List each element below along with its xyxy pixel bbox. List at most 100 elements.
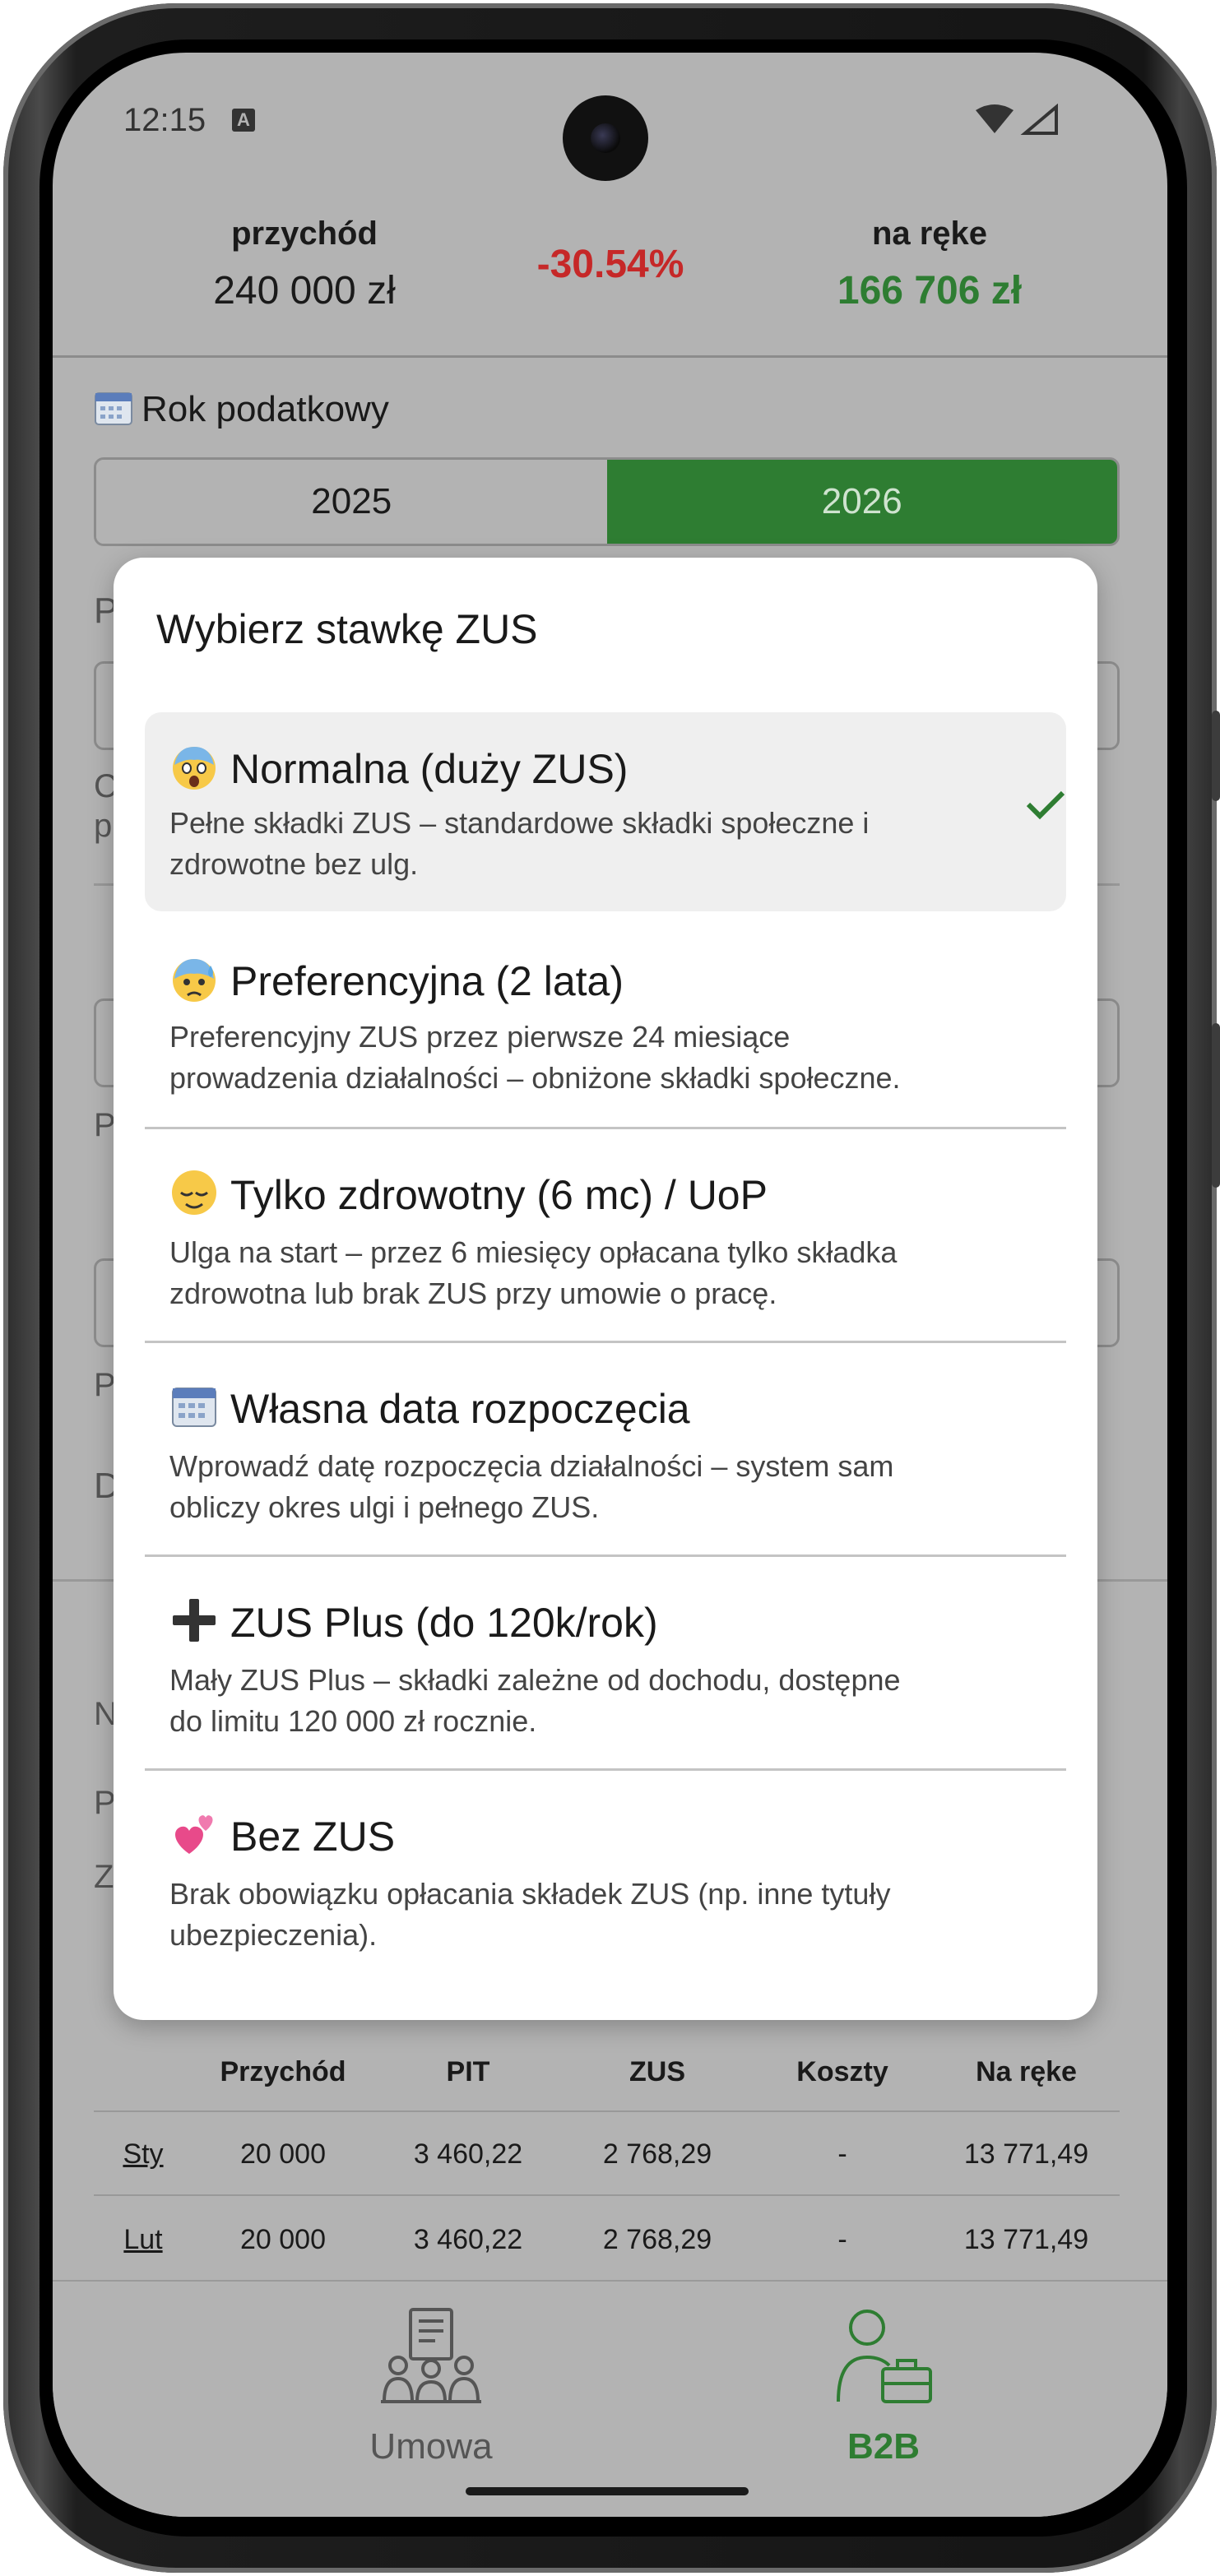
nav-umowa-label: Umowa <box>369 2426 493 2467</box>
table-header-cell-0 <box>94 2056 193 2088</box>
home-indicator[interactable] <box>466 2487 749 2495</box>
table-header-costs: Koszty <box>796 2056 888 2087</box>
calendar-icon <box>172 1388 216 1427</box>
dialog-title: Wybierz stawkę ZUS <box>156 606 538 652</box>
table-cell: 2 768,29 <box>602 2138 712 2170</box>
tax-year-toggle: 2025 2026 <box>94 457 1120 546</box>
year-2026-button[interactable]: 2026 <box>606 460 1117 544</box>
zus-option-zdrowotny[interactable]: Tylko zdrowotny (6 mc) / UoP Ulga na sta… <box>145 1133 1066 1339</box>
option-desc-line: prowadzenia działalności – obniżone skła… <box>169 1061 901 1095</box>
zus-option-bez-zus[interactable]: Bez ZUS Brak obowiązku opłacania składek… <box>145 1775 1066 1981</box>
option-desc-line: Preferencyjny ZUS przez pierwsze 24 mies… <box>169 1020 791 1054</box>
businessman-briefcase-icon <box>837 2310 932 2403</box>
net-value: 166 706 zł <box>837 269 1023 313</box>
option-desc-line: zdrowotne bez ulg. <box>169 847 419 881</box>
option-separator <box>145 1768 1066 1771</box>
option-title: Tylko zdrowotny (6 mc) / UoP <box>169 1168 768 1219</box>
table-cell: - <box>837 2224 847 2255</box>
option-title-text: Tylko zdrowotny (6 mc) / UoP <box>230 1172 768 1218</box>
status-time: 12:15 <box>123 102 206 138</box>
option-title: Własna data rozpoczęcia <box>169 1382 690 1433</box>
nav-b2b[interactable]: B2B <box>678 2282 1089 2495</box>
table-header-net: Na ręke <box>976 2056 1077 2087</box>
table-cell: 3 460,22 <box>413 2138 523 2170</box>
two-hearts-icon <box>175 1815 213 1854</box>
option-title-text: Własna data rozpoczęcia <box>230 1386 690 1432</box>
table-header-pit: PIT <box>446 2056 490 2087</box>
contract-people-icon <box>381 2308 481 2403</box>
option-desc-line: ubezpieczenia). <box>169 1918 378 1952</box>
zus-option-preferencyjna[interactable]: Preferencyjna (2 lata) Preferencyjny ZUS… <box>145 920 1066 1109</box>
anxious-sweat-face-icon <box>173 959 216 1002</box>
month-link-lut[interactable]: Lut <box>94 2224 193 2256</box>
option-title: ZUS Plus (do 120k/rok) <box>169 1596 658 1647</box>
table-cell: 2 768,29 <box>602 2224 712 2255</box>
tax-year-title-text: Rok podatkowy <box>141 389 389 429</box>
scream-face-icon <box>173 747 216 790</box>
income-label: przychód <box>231 215 378 252</box>
option-desc-line: Ulga na start – przez 6 miesięcy opłacan… <box>169 1235 898 1269</box>
check-icon <box>1026 790 1065 820</box>
bg-label-8: P <box>94 1785 116 1821</box>
option-desc-line: Pełne składki ZUS – standardowe składki … <box>169 806 870 840</box>
bottom-nav: Umowa B2B <box>53 2280 1167 2517</box>
table-header-zus: ZUS <box>629 2056 685 2087</box>
side-button-volume-up <box>1212 711 1220 801</box>
option-desc-line: Brak obowiązku opłacania składek ZUS (np… <box>169 1877 891 1911</box>
zus-rate-dialog: Wybierz stawkę ZUS Normalna (duży ZUS) P… <box>114 558 1097 2020</box>
table-cell: 20 000 <box>240 2138 326 2170</box>
option-title-text: Preferencyjna (2 lata) <box>230 958 624 1004</box>
option-description: Mały ZUS Plus – składki zależne od docho… <box>169 1660 959 1742</box>
table-header-income: Przychód <box>220 2056 346 2087</box>
table-header: Przychód PIT ZUS Koszty Na ręke <box>94 2056 1120 2088</box>
table-row: Lut 20 000 3 460,22 2 768,29 - 13 771,49 <box>94 2224 1120 2256</box>
bg-label-3: p <box>94 808 113 844</box>
option-title: Normalna (duży ZUS) <box>169 742 628 793</box>
plus-icon <box>173 1599 216 1642</box>
table-row-line <box>94 2110 1120 2112</box>
tax-year-title: Rok podatkowy <box>94 388 389 430</box>
table-row: Sty 20 000 3 460,22 2 768,29 - 13 771,49 <box>94 2138 1120 2171</box>
nav-b2b-label: B2B <box>847 2426 921 2467</box>
table-cell: - <box>837 2138 847 2170</box>
option-description: Brak obowiązku opłacania składek ZUS (np… <box>169 1874 959 1956</box>
bg-label-5: P <box>94 1367 116 1403</box>
option-description: Wprowadź datę rozpoczęcia działalności –… <box>169 1446 959 1528</box>
option-description: Pełne składki ZUS – standardowe składki … <box>169 803 959 885</box>
notification-a-icon: A <box>232 109 255 132</box>
income-value: 240 000 zł <box>213 269 396 313</box>
option-desc-line: obliczy okres ulgi i pełnego ZUS. <box>169 1490 600 1524</box>
option-description: Ulga na start – przez 6 miesięcy opłacan… <box>169 1232 959 1314</box>
option-separator <box>145 1554 1066 1557</box>
option-title: Preferencyjna (2 lata) <box>169 954 624 1005</box>
year-2025-button[interactable]: 2025 <box>96 460 607 544</box>
zus-option-normalna[interactable]: Normalna (duży ZUS) Pełne składki ZUS – … <box>145 712 1066 911</box>
summary-divider <box>53 355 1167 358</box>
bg-label-9: Z <box>94 1859 114 1895</box>
side-button-power <box>1212 1023 1220 1188</box>
wifi-icon <box>976 104 1014 133</box>
option-desc-line: Wprowadź datę rozpoczęcia działalności –… <box>169 1449 894 1483</box>
percent-change: -30.54% <box>536 243 684 286</box>
table-cell: 3 460,22 <box>413 2224 523 2255</box>
calendar-icon <box>95 392 132 425</box>
option-separator <box>145 1341 1066 1343</box>
option-title-text: Bez ZUS <box>230 1814 396 1860</box>
table-cell: 20 000 <box>240 2224 326 2255</box>
cell-signal-icon <box>1020 104 1058 135</box>
option-desc-line: Mały ZUS Plus – składki zależne od docho… <box>169 1663 901 1697</box>
front-camera <box>563 95 648 181</box>
option-separator <box>145 1127 1066 1129</box>
table-cell: 13 771,49 <box>963 2138 1089 2170</box>
month-link-sty[interactable]: Sty <box>94 2138 193 2171</box>
table-row-line <box>94 2194 1120 2196</box>
option-description: Preferencyjny ZUS przez pierwsze 24 mies… <box>169 1017 959 1099</box>
option-desc-line: zdrowotna lub brak ZUS przy umowie o pra… <box>169 1276 777 1310</box>
option-title-text: Normalna (duży ZUS) <box>230 746 629 792</box>
zus-option-wlasna-data[interactable]: Własna data rozpoczęcia Wprowadź datę ro… <box>145 1347 1066 1553</box>
net-label: na ręke <box>871 215 988 252</box>
table-cell: 13 771,49 <box>963 2224 1089 2255</box>
bg-label-4: P <box>94 1107 116 1143</box>
nav-umowa[interactable]: Umowa <box>225 2282 637 2495</box>
zus-option-zus-plus[interactable]: ZUS Plus (do 120k/rok) Mały ZUS Plus – s… <box>145 1561 1066 1767</box>
